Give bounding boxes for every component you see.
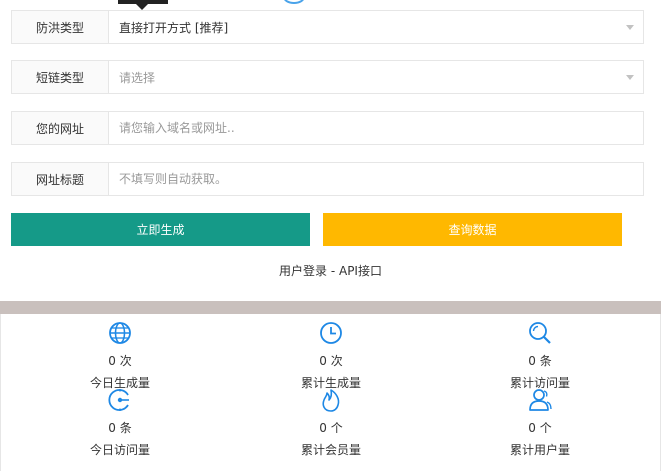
url-input[interactable] xyxy=(119,112,643,144)
users-icon xyxy=(529,389,552,411)
login-link[interactable]: 用户登录 xyxy=(279,264,327,278)
stat-value: 0 条 xyxy=(528,354,552,368)
stat-today-generated: 0 次 今日生成量 xyxy=(40,320,200,391)
stat-label: 累计用户量 xyxy=(509,443,570,457)
stat-value: 0 次 xyxy=(319,354,343,368)
dial-icon xyxy=(108,389,129,411)
field-label: 您的网址 xyxy=(12,112,109,144)
stat-total-visits: 0 条 累计访问量 xyxy=(460,320,620,391)
stat-value: 0 次 xyxy=(108,354,132,368)
generate-button[interactable]: 立即生成 xyxy=(11,213,310,246)
shortlink-form: 防洪类型 直接打开方式 [推荐] 短链类型 请选择 您的网址 网址标题 立即生成… xyxy=(0,0,661,301)
field-label: 短链类型 xyxy=(12,61,109,93)
query-data-button[interactable]: 查询数据 xyxy=(323,213,622,246)
title-field-wrap xyxy=(109,163,643,195)
stat-label: 今日访问量 xyxy=(89,443,150,457)
stat-value: 0 个 xyxy=(319,421,343,435)
stat-value: 0 个 xyxy=(528,421,552,435)
stat-total-members: 0 个 累计会员量 xyxy=(251,387,411,458)
tooltip-tail xyxy=(118,0,168,10)
url-row: 您的网址 xyxy=(11,111,644,145)
select-placeholder: 请选择 xyxy=(119,70,156,85)
stat-total-generated: 0 次 累计生成量 xyxy=(251,320,411,391)
chevron-down-icon[interactable] xyxy=(626,25,634,30)
title-input[interactable] xyxy=(119,163,643,195)
url-field-wrap xyxy=(109,112,643,144)
selected-value: 直接打开方式 [推荐] xyxy=(119,20,229,35)
partial-icon xyxy=(283,0,305,4)
select-value[interactable]: 直接打开方式 [推荐] xyxy=(109,11,643,43)
footer-links: 用户登录 - API接口 xyxy=(0,262,661,279)
anti-red-type-select[interactable]: 防洪类型 直接打开方式 [推荐] xyxy=(11,10,644,44)
stat-value: 0 条 xyxy=(108,421,132,435)
section-divider xyxy=(0,301,661,314)
clock-icon xyxy=(320,322,342,344)
stats-panel: 0 次 今日生成量 0 次 累计生成量 0 条 累计访问量 0 条 今日访问量 xyxy=(0,314,661,471)
select-value[interactable]: 请选择 xyxy=(109,61,643,93)
globe-icon xyxy=(109,322,131,344)
chevron-down-icon[interactable] xyxy=(626,75,634,80)
stat-label: 累计会员量 xyxy=(300,443,361,457)
stat-today-visits: 0 条 今日访问量 xyxy=(40,387,200,458)
link-separator: - xyxy=(327,264,339,278)
api-link[interactable]: API接口 xyxy=(339,264,382,278)
field-label: 网址标题 xyxy=(12,163,109,195)
stat-total-users: 0 个 累计用户量 xyxy=(460,387,620,458)
search-icon xyxy=(529,322,551,344)
title-row: 网址标题 xyxy=(11,162,644,196)
link-type-select[interactable]: 短链类型 请选择 xyxy=(11,60,644,94)
field-label: 防洪类型 xyxy=(12,11,109,43)
flame-icon xyxy=(322,389,340,412)
